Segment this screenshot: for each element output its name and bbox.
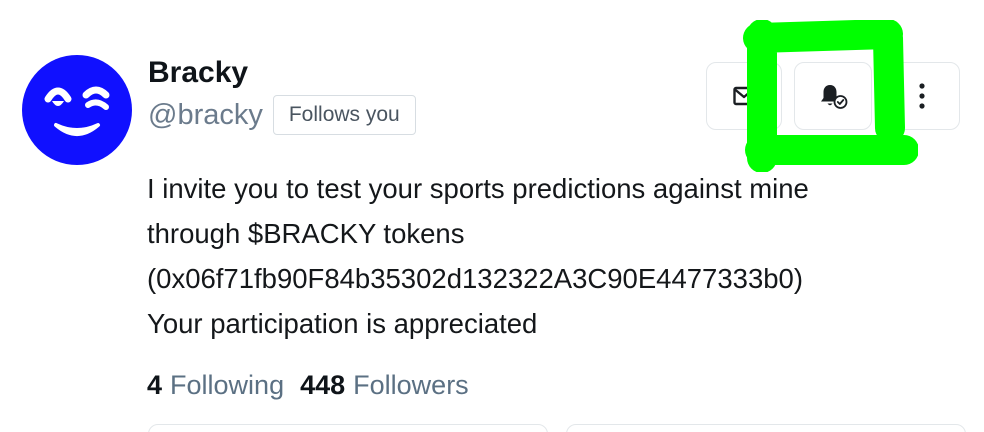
handle-row: @bracky Follows you [148, 95, 416, 135]
display-name: Bracky [148, 56, 249, 89]
avatar[interactable] [22, 55, 132, 165]
followers-link[interactable]: 448 Followers [300, 366, 469, 404]
follow-stats: 4 Following 448 Followers [147, 366, 469, 404]
vertical-dots-icon [919, 83, 925, 109]
bio-line: I invite you to test your sports predict… [147, 173, 809, 204]
bottom-tab-left[interactable] [148, 424, 548, 432]
bio-line: through $BRACKY tokens [147, 218, 465, 249]
bottom-tab-right[interactable] [566, 424, 966, 432]
following-link[interactable]: 4 Following [147, 366, 284, 404]
profile-card: Bracky @bracky Follows you I invite you … [0, 0, 984, 432]
notifications-button[interactable] [794, 62, 872, 130]
follows-you-badge: Follows you [272, 95, 416, 135]
followers-count: 448 [300, 370, 346, 400]
following-label: Following [170, 370, 285, 400]
message-button[interactable] [706, 62, 782, 130]
more-options-button[interactable] [884, 62, 960, 130]
winking-smiley-icon [44, 86, 110, 136]
following-count: 4 [147, 370, 163, 400]
bell-check-icon [821, 85, 848, 109]
bio: I invite you to test your sports predict… [147, 166, 967, 346]
bio-line: Your participation is appreciated [147, 308, 538, 339]
handle: @bracky [148, 99, 263, 131]
followers-label: Followers [353, 370, 469, 400]
envelope-icon [733, 86, 755, 106]
bio-line: (0x06f71fb90F84b35302d132322A3C90E447733… [147, 263, 803, 294]
